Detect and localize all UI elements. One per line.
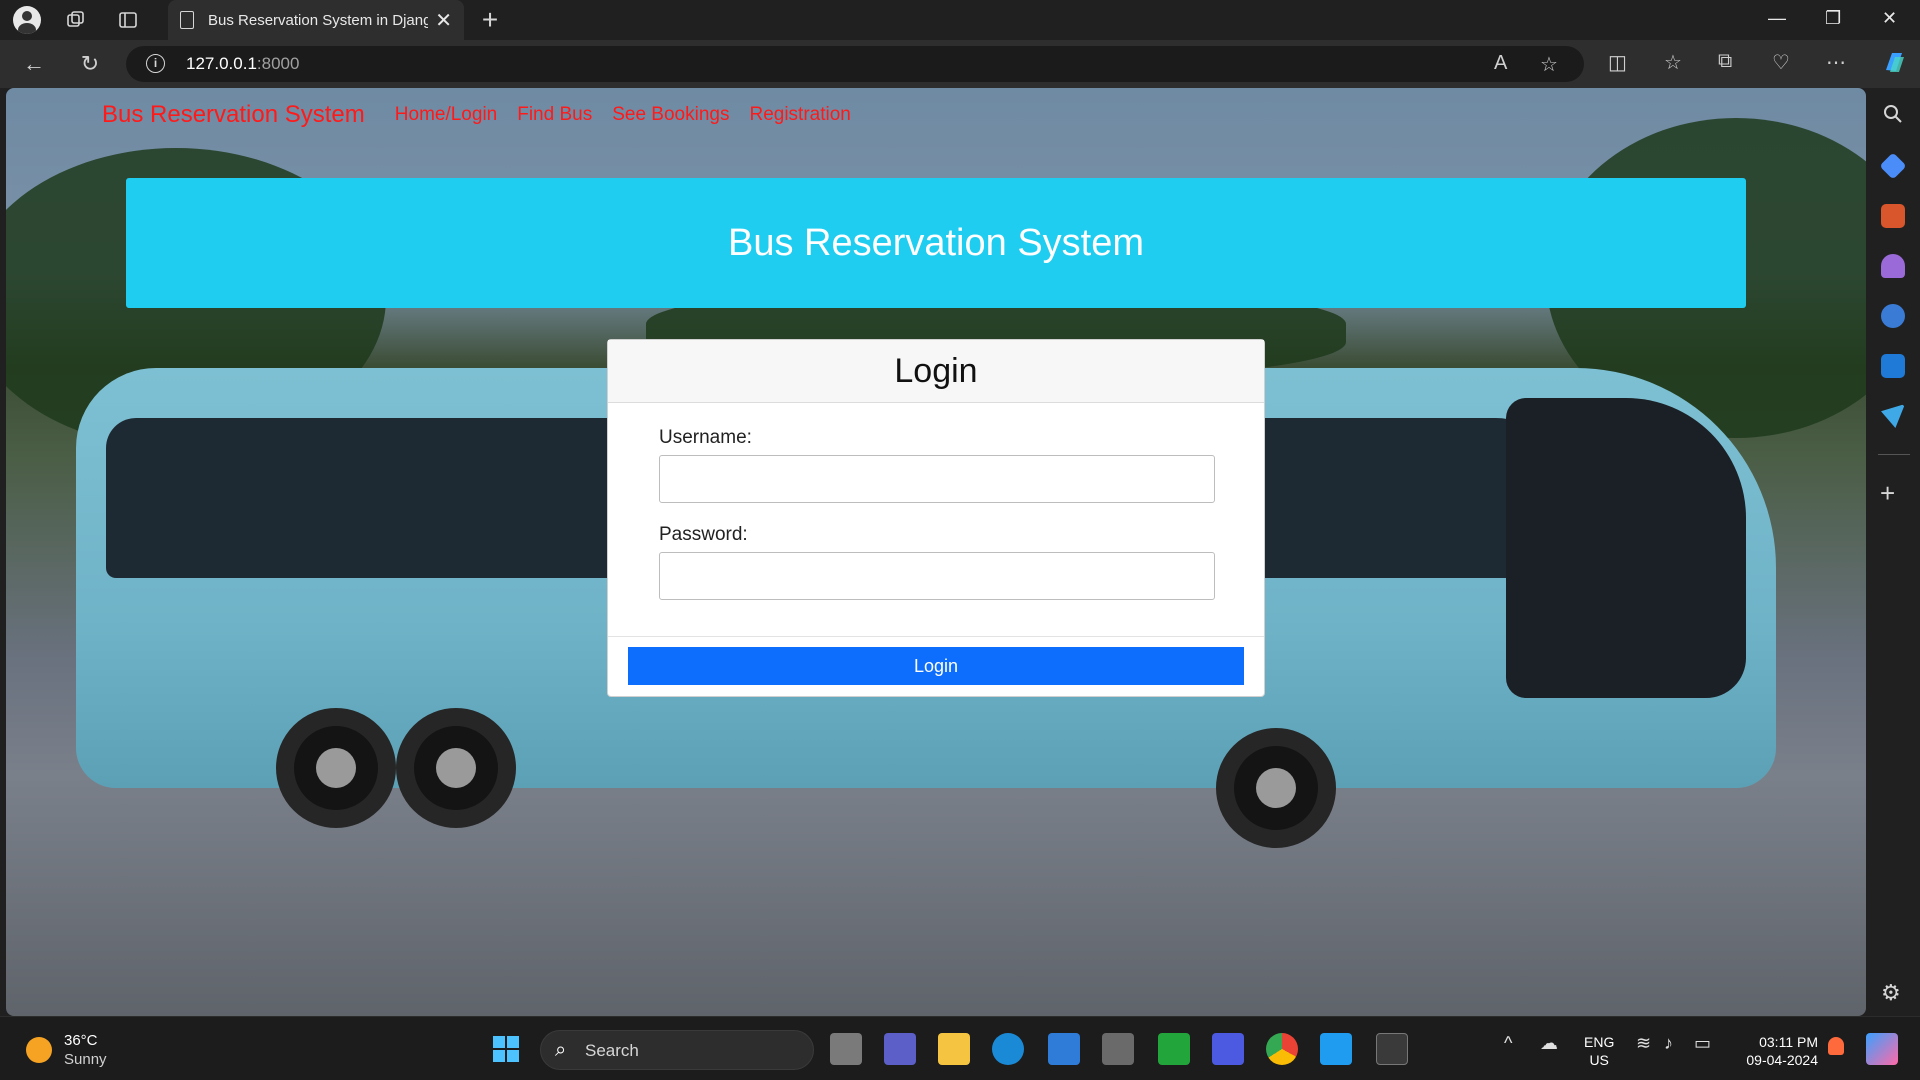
back-icon[interactable]: ←: [20, 50, 48, 78]
username-label: Username:: [659, 427, 752, 448]
site-navbar: Bus Reservation System Home/Login Find B…: [102, 100, 871, 130]
windows-taskbar: 36°C Sunny ⌕ Search ^ ☁ ENG US ≋ ♪ ▭ 03:…: [0, 1016, 1920, 1080]
tab-active[interactable]: Bus Reservation System in Djang ✕: [168, 0, 464, 40]
microsoft-store-icon[interactable]: [1048, 1033, 1080, 1065]
edge-sidebar: + ⚙: [1866, 88, 1920, 1016]
vertical-tabs-icon[interactable]: [114, 6, 142, 34]
nav-link-see-bookings[interactable]: See Bookings: [612, 104, 729, 126]
profile-icon[interactable]: [13, 6, 41, 34]
restore-icon[interactable]: ❐: [1825, 8, 1841, 29]
login-card: Login Username: Password: Login: [607, 339, 1265, 697]
card-footer-divider: [608, 636, 1264, 637]
bus-windshield: [1506, 398, 1746, 698]
navbar-brand[interactable]: Bus Reservation System: [102, 101, 365, 129]
wifi-icon[interactable]: ≋: [1636, 1033, 1651, 1054]
tab-title: Bus Reservation System in Djang: [208, 11, 428, 29]
login-title: Login: [894, 351, 978, 390]
new-tab-icon[interactable]: +: [476, 4, 504, 35]
username-input[interactable]: [659, 455, 1215, 503]
language-indicator[interactable]: ENG US: [1584, 1033, 1614, 1069]
outlook-icon[interactable]: [1881, 354, 1905, 378]
gear-icon[interactable]: ⚙: [1881, 980, 1901, 1006]
address-bar[interactable]: i 127.0.0.1:8000 A ☆: [126, 46, 1584, 82]
site-info-icon[interactable]: i: [146, 54, 165, 73]
nav-link-registration[interactable]: Registration: [749, 104, 850, 126]
nav-link-home-login[interactable]: Home/Login: [395, 104, 497, 126]
web-page: Bus Reservation System Home/Login Find B…: [6, 88, 1866, 1016]
shopping-tag-icon[interactable]: [1879, 152, 1907, 180]
drop-send-icon[interactable]: [1881, 404, 1905, 428]
favorites-icon[interactable]: ☆: [1664, 50, 1682, 75]
chrome-icon[interactable]: [1266, 1033, 1298, 1065]
games-icon[interactable]: [1881, 254, 1905, 278]
banner-title: Bus Reservation System: [727, 221, 1145, 264]
minimize-icon[interactable]: —: [1768, 8, 1786, 29]
lang-primary: ENG: [1584, 1034, 1615, 1050]
onedrive-icon[interactable]: ☁: [1540, 1033, 1558, 1054]
taskbar-search[interactable]: ⌕ Search: [540, 1030, 814, 1070]
bus-wheel: [1216, 728, 1336, 848]
url-host: 127.0.0.1: [186, 54, 257, 73]
copilot-icon[interactable]: [1880, 48, 1908, 82]
password-input[interactable]: [659, 552, 1215, 600]
weather-temp: 36°C: [64, 1032, 98, 1049]
sun-icon: [26, 1037, 52, 1063]
workspaces-icon[interactable]: [62, 6, 90, 34]
app-icon[interactable]: [1212, 1033, 1244, 1065]
taskbar-search-label: Search: [585, 1041, 639, 1060]
settings-more-icon[interactable]: ⋯: [1826, 50, 1846, 75]
xbox-icon[interactable]: [1158, 1033, 1190, 1065]
password-label: Password:: [659, 524, 748, 545]
search-icon[interactable]: [1881, 102, 1905, 126]
page-icon: [180, 11, 194, 29]
bus-wheel: [396, 708, 516, 828]
tools-toolbox-icon[interactable]: [1881, 204, 1905, 228]
address-toolbar: ← ↻ i 127.0.0.1:8000 A ☆ ◫ ☆ ⧉ ♡ ⋯: [0, 40, 1920, 88]
login-button[interactable]: Login: [628, 647, 1244, 685]
close-tab-icon[interactable]: ✕: [435, 8, 452, 33]
search-icon: ⌕: [555, 1039, 567, 1061]
nav-link-find-bus[interactable]: Find Bus: [517, 104, 592, 126]
url-port: :8000: [256, 54, 300, 73]
terminal-icon[interactable]: [1376, 1033, 1408, 1065]
teams-icon[interactable]: [884, 1033, 916, 1065]
collections-icon[interactable]: ⧉: [1718, 50, 1732, 73]
copilot-icon[interactable]: [1866, 1033, 1898, 1065]
task-view-icon[interactable]: [830, 1033, 862, 1065]
notification-bell-icon[interactable]: [1828, 1037, 1844, 1055]
close-window-icon[interactable]: ✕: [1882, 8, 1897, 29]
system-clock[interactable]: 03:11 PM 09-04-2024: [1734, 1033, 1818, 1069]
split-screen-icon[interactable]: ◫: [1608, 50, 1627, 75]
sidebar-divider: [1878, 454, 1910, 455]
chevron-up-icon[interactable]: ^: [1504, 1033, 1512, 1054]
add-sidebar-app-icon[interactable]: +: [1880, 478, 1895, 509]
weather-widget[interactable]: 36°C Sunny: [26, 1031, 107, 1069]
microsoft-365-icon[interactable]: [1881, 304, 1905, 328]
lang-secondary: US: [1589, 1052, 1609, 1068]
browser-tab-bar: Bus Reservation System in Djang ✕ + — ❐ …: [0, 0, 1920, 40]
windows-start-icon[interactable]: [490, 1033, 522, 1065]
file-explorer-icon[interactable]: [938, 1033, 970, 1065]
favorite-star-icon[interactable]: ☆: [1540, 52, 1558, 77]
bus-wheel: [276, 708, 396, 828]
login-card-header: Login: [608, 340, 1264, 403]
read-aloud-icon[interactable]: A: [1494, 52, 1507, 75]
browser-essentials-icon[interactable]: ♡: [1772, 50, 1790, 75]
edge-icon[interactable]: [992, 1033, 1024, 1065]
clock-time: 03:11 PM: [1759, 1034, 1818, 1050]
hero-banner: Bus Reservation System: [126, 178, 1746, 308]
volume-icon[interactable]: ♪: [1664, 1033, 1673, 1054]
refresh-icon[interactable]: ↻: [76, 50, 104, 78]
url-text[interactable]: 127.0.0.1:8000: [186, 54, 299, 74]
vscode-icon[interactable]: [1320, 1033, 1352, 1065]
weather-desc: Sunny: [64, 1051, 107, 1068]
app-icon[interactable]: [1102, 1033, 1134, 1065]
clock-date: 09-04-2024: [1746, 1052, 1818, 1068]
battery-icon[interactable]: ▭: [1694, 1033, 1711, 1054]
